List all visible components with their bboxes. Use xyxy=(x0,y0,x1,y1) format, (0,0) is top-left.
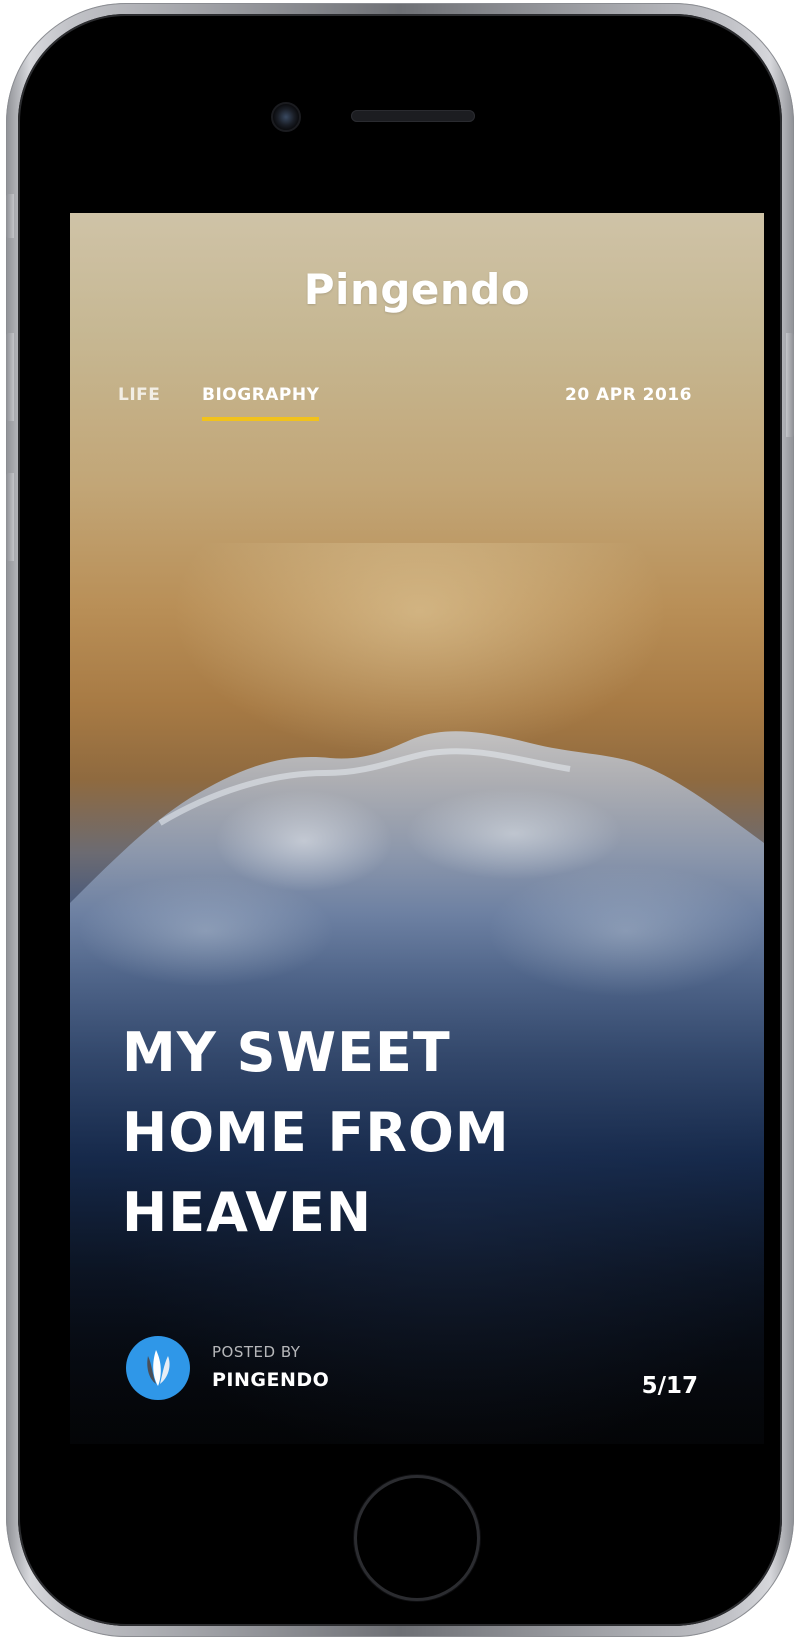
author-name[interactable]: PINGENDO xyxy=(212,1369,329,1391)
phone-frame: Pingendo LIFE BIOGRAPHY 20 APR 2016 MY S… xyxy=(6,3,794,1637)
nav-item-biography[interactable]: BIOGRAPHY xyxy=(202,385,320,421)
posted-by-label: POSTED BY xyxy=(212,1343,301,1361)
power-button[interactable] xyxy=(786,333,794,437)
brand-logo-text[interactable]: Pingendo xyxy=(70,265,764,314)
app-screen: Pingendo LIFE BIOGRAPHY 20 APR 2016 MY S… xyxy=(70,213,764,1444)
mute-switch[interactable] xyxy=(6,194,14,238)
pingendo-logo-icon xyxy=(147,1350,170,1386)
nav-item-life[interactable]: LIFE xyxy=(118,385,160,417)
pagination-indicator: 5/17 xyxy=(641,1373,698,1399)
phone-body: Pingendo LIFE BIOGRAPHY 20 APR 2016 MY S… xyxy=(18,14,782,1626)
volume-down-button[interactable] xyxy=(6,473,14,561)
post-date: 20 APR 2016 xyxy=(564,385,692,405)
camera-icon xyxy=(271,102,301,132)
speaker-grille xyxy=(351,110,475,122)
volume-up-button[interactable] xyxy=(6,333,14,421)
post-title[interactable]: MY SWEET HOME FROM HEAVEN xyxy=(122,1013,642,1253)
home-button[interactable] xyxy=(354,1475,480,1601)
author-avatar[interactable] xyxy=(126,1336,190,1400)
